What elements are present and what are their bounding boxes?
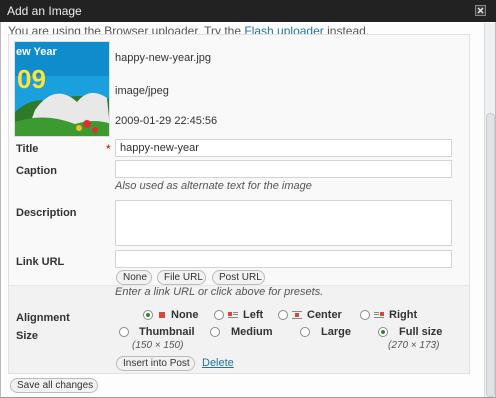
size-label: Size: [16, 330, 39, 342]
align-none-icon: [159, 312, 165, 318]
file-date: 2009-01-29 22:45:56: [115, 115, 218, 127]
align-right-radio[interactable]: [360, 310, 370, 320]
title-input[interactable]: [115, 139, 452, 157]
alignment-label: Alignment: [16, 312, 70, 324]
align-left-radio[interactable]: [214, 310, 224, 320]
caption-input[interactable]: [115, 160, 452, 178]
link-none-button[interactable]: None: [116, 270, 152, 285]
caption-help: Also used as alternate text for the imag…: [115, 180, 312, 192]
image-thumbnail: ew Year 09: [14, 41, 110, 137]
size-full-dims: (270 × 173): [388, 340, 440, 351]
link-url-help: Enter a link URL or click above for pres…: [115, 286, 324, 298]
close-icon[interactable]: [475, 5, 486, 16]
size-medium-radio[interactable]: [210, 327, 220, 337]
align-none-label: None: [171, 309, 199, 321]
size-medium-label: Medium: [231, 326, 273, 338]
title-label: Title: [16, 143, 39, 155]
description-textarea[interactable]: [115, 200, 452, 246]
dialog-titlebar: Add an Image: [0, 0, 496, 22]
link-url-label: Link URL: [16, 256, 65, 268]
file-type: image/jpeg: [115, 85, 169, 97]
align-right-label: Right: [389, 309, 418, 321]
size-full-label: Full size: [399, 326, 443, 338]
link-post-url-button[interactable]: Post URL: [212, 270, 265, 285]
link-url-input[interactable]: [115, 250, 452, 268]
size-large-label: Large: [321, 326, 351, 338]
size-thumbnail-label: Thumbnail: [139, 326, 195, 338]
save-all-changes-button[interactable]: Save all changes: [10, 378, 98, 393]
align-center-label: Center: [307, 309, 342, 321]
description-label: Description: [16, 207, 77, 219]
align-left-label: Left: [243, 309, 264, 321]
size-thumbnail-radio[interactable]: [119, 327, 129, 337]
insert-into-post-button[interactable]: Insert into Post: [116, 356, 195, 371]
file-name: happy-new-year.jpg: [115, 52, 212, 64]
delete-link[interactable]: Delete: [202, 357, 234, 369]
caption-label: Caption: [16, 165, 57, 177]
size-large-radio[interactable]: [300, 327, 310, 337]
link-file-url-button[interactable]: File URL: [157, 270, 206, 285]
required-indicator: *: [106, 142, 111, 156]
align-center-radio[interactable]: [278, 310, 288, 320]
thumb-caption-text: ew Year: [16, 46, 57, 58]
align-right-icon: [374, 312, 384, 318]
align-left-icon: [228, 312, 238, 318]
scrollbar[interactable]: [484, 23, 495, 397]
scrollbar-thumb[interactable]: [486, 113, 495, 397]
size-full-radio[interactable]: [378, 327, 388, 337]
thumb-year-text: 09: [17, 64, 46, 94]
size-thumbnail-dims: (150 × 150): [132, 340, 184, 351]
align-center-icon: [292, 311, 302, 319]
dialog-title: Add an Image: [7, 4, 82, 18]
align-none-radio[interactable]: [143, 310, 153, 320]
